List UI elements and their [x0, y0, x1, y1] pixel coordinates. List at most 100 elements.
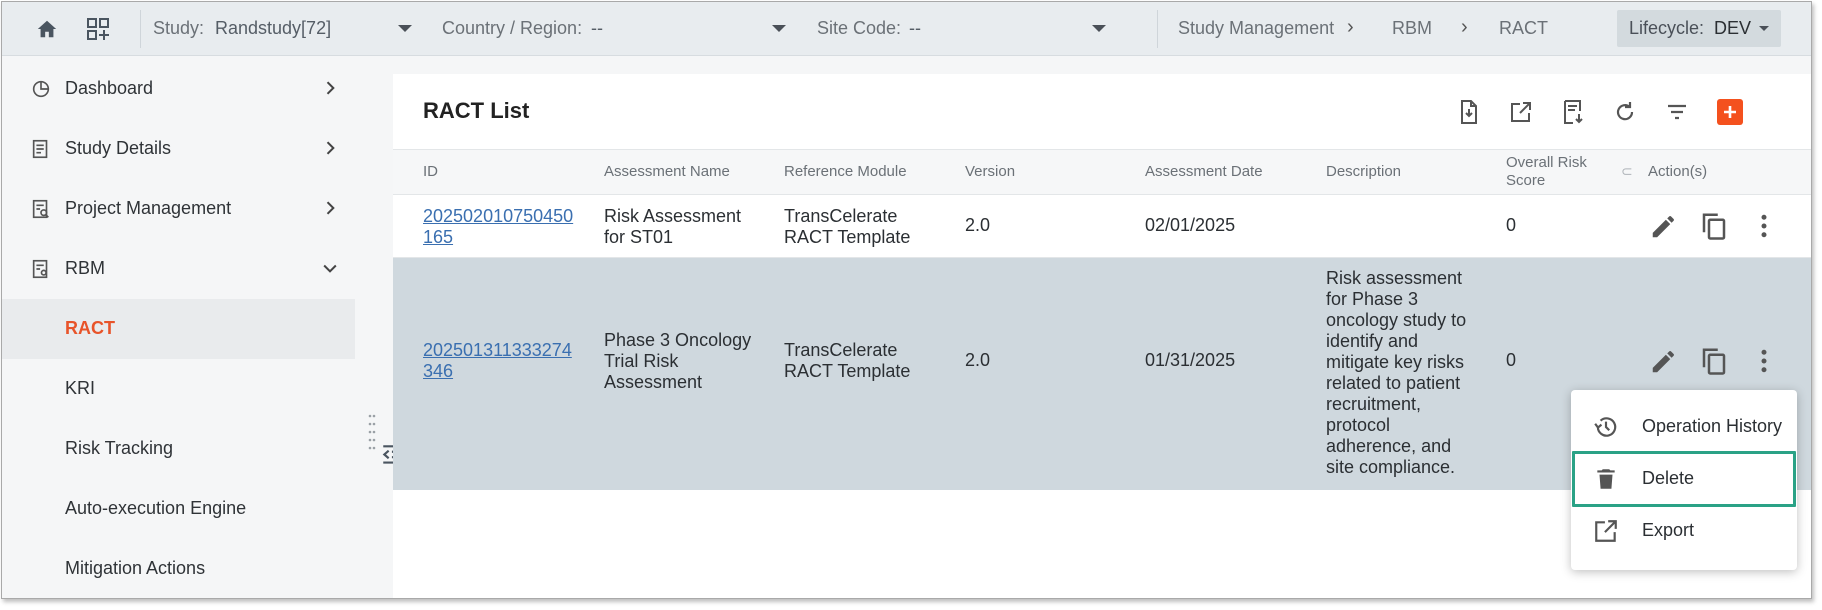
sidebar-item-kri[interactable]: KRI — [2, 359, 355, 419]
open-external-icon[interactable] — [1505, 96, 1537, 128]
study-dropdown-caret-icon[interactable] — [398, 25, 412, 32]
more-vertical-icon[interactable] — [1749, 346, 1779, 376]
country-dropdown-caret-icon[interactable] — [772, 25, 786, 32]
sidebar-resize-handle-icon[interactable] — [368, 412, 376, 452]
row-risk-score: 0 — [1506, 350, 1517, 370]
column-header-description[interactable]: Description — [1326, 163, 1401, 181]
sidebar-item-auto-execution-engine[interactable]: Auto-execution Engine — [2, 479, 355, 539]
copy-icon[interactable] — [1699, 211, 1729, 241]
text-line: adherence, and — [1326, 436, 1452, 456]
divider — [140, 10, 141, 48]
breadcrumb-study-management[interactable]: Study Management — [1178, 18, 1334, 39]
row-action-menu: Operation History Delete Export — [1571, 390, 1797, 570]
table-header: ID Assessment Name Reference Module Vers… — [393, 149, 1811, 195]
lifecycle-caret-icon — [1759, 26, 1769, 31]
sidebar-item-label: RBM — [65, 258, 105, 278]
refresh-icon[interactable] — [1609, 96, 1641, 128]
row-reference-module: TransCelerate RACT Template — [784, 340, 910, 382]
text-line: TransCelerate — [784, 340, 898, 360]
column-header-version[interactable]: Version — [965, 163, 1015, 181]
text-line: for Phase 3 — [1326, 289, 1419, 309]
menu-item-label: Delete — [1642, 468, 1695, 488]
row-id-line: 202502010750450 — [423, 206, 574, 226]
page-title: RACT List — [423, 98, 530, 123]
lifecycle-label: Lifecycle: — [1629, 18, 1705, 38]
sidebar-item-rbm[interactable]: RBM — [2, 239, 355, 299]
chevron-down-icon — [323, 264, 337, 273]
sidebar-item-label: KRI — [65, 378, 96, 398]
sidebar-item-mitigation-actions[interactable]: Mitigation Actions — [2, 539, 355, 598]
menu-item-label: Export — [1642, 520, 1695, 540]
edit-icon[interactable] — [1649, 346, 1679, 376]
row-description: Risk assessment for Phase 3 oncology stu… — [1326, 268, 1466, 478]
column-header-assessment-date[interactable]: Assessment Date — [1145, 163, 1263, 181]
menu-item-delete[interactable]: Delete — [1571, 450, 1797, 508]
chevron-right-icon — [326, 81, 335, 95]
copy-icon[interactable] — [1699, 346, 1729, 376]
row-assessment-name: Risk Assessment for ST01 — [604, 206, 741, 248]
edit-icon[interactable] — [1649, 211, 1679, 241]
sidebar-item-label: Auto-execution Engine — [65, 498, 247, 518]
row-assessment-date: 01/31/2025 — [1145, 350, 1236, 370]
sidebar-item-label: Project Management — [65, 198, 232, 218]
more-vertical-icon[interactable] — [1749, 211, 1779, 241]
sidebar-item-project-management[interactable]: Project Management — [2, 179, 355, 239]
country-value[interactable]: -- — [591, 18, 603, 39]
row-id-link[interactable]: 202501311333274 346 — [423, 340, 572, 382]
text-line: identify and — [1326, 331, 1419, 351]
add-button[interactable] — [1717, 99, 1743, 125]
sidebar-item-risk-tracking[interactable]: Risk Tracking — [2, 419, 355, 479]
site-code-value[interactable]: -- — [909, 18, 921, 39]
top-bar: Study: Randstudy[72] Country / Region: -… — [2, 2, 1811, 56]
row-assessment-name: Phase 3 Oncology Trial Risk Assessment — [604, 330, 751, 393]
column-header-assessment-name[interactable]: Assessment Name — [604, 163, 730, 181]
document-icon — [32, 139, 48, 159]
text-line: protocol — [1326, 415, 1391, 435]
download-list-icon[interactable] — [1557, 96, 1589, 128]
country-label: Country / Region: — [442, 18, 583, 38]
row-id-line: 202501311333274 — [423, 340, 572, 360]
sidebar-item-study-details[interactable]: Study Details — [2, 119, 355, 179]
menu-item-export[interactable]: Export — [1571, 502, 1797, 560]
column-resize-icon[interactable]: ⊂ — [1621, 162, 1633, 180]
text-line: mitigate key risks — [1326, 352, 1465, 372]
sidebar-item-dashboard[interactable]: Dashboard — [2, 59, 355, 119]
text-line: RACT Template — [784, 361, 911, 381]
export-icon — [1595, 520, 1617, 542]
column-header-overall-risk-score[interactable]: Overall Risk Score — [1506, 154, 1596, 190]
sidebar-item-ract[interactable]: RACT — [2, 299, 355, 359]
row-id-line: 165 — [423, 227, 454, 247]
lifecycle-selector[interactable]: Lifecycle: DEV — [1617, 10, 1781, 47]
sidebar-item-label: Risk Tracking — [65, 438, 174, 458]
import-icon[interactable] — [1453, 96, 1485, 128]
lifecycle-value: DEV — [1714, 18, 1752, 38]
trash-icon — [1597, 469, 1615, 489]
study-value[interactable]: Randstudy[72] — [215, 18, 331, 39]
site-dropdown-caret-icon[interactable] — [1092, 25, 1106, 32]
filter-icon[interactable] — [1661, 96, 1693, 128]
text-line: recruitment, — [1326, 394, 1422, 414]
column-header-reference-module[interactable]: Reference Module — [784, 163, 907, 181]
row-assessment-date: 02/01/2025 — [1145, 215, 1236, 235]
text-line: RACT Template — [784, 227, 911, 247]
breadcrumb-rbm[interactable]: RBM — [1392, 18, 1432, 39]
table-row[interactable]: 202502010750450 165 Risk Assessment for … — [393, 195, 1811, 258]
apps-add-icon[interactable] — [83, 14, 113, 44]
text-line: Risk Assessment — [604, 206, 742, 226]
home-icon[interactable] — [32, 14, 62, 44]
text-line: oncology study to — [1326, 310, 1467, 330]
menu-item-label: Operation History — [1642, 416, 1783, 436]
menu-item-operation-history[interactable]: Operation History — [1571, 398, 1797, 456]
breadcrumb-chevron-icon: › — [1347, 16, 1354, 38]
chevron-right-icon — [326, 201, 335, 215]
chevron-right-icon — [326, 141, 335, 155]
text-line: site compliance. — [1326, 457, 1456, 477]
column-header-actions: Action(s) — [1648, 163, 1708, 180]
document-search-icon — [32, 199, 49, 219]
breadcrumb-ract: RACT — [1499, 18, 1548, 38]
text-line: Trial Risk — [604, 351, 679, 371]
text-line: related to patient — [1326, 373, 1461, 393]
column-header-id[interactable]: ID — [423, 163, 438, 181]
history-icon — [1594, 417, 1617, 437]
row-id-link[interactable]: 202502010750450 165 — [423, 206, 573, 248]
